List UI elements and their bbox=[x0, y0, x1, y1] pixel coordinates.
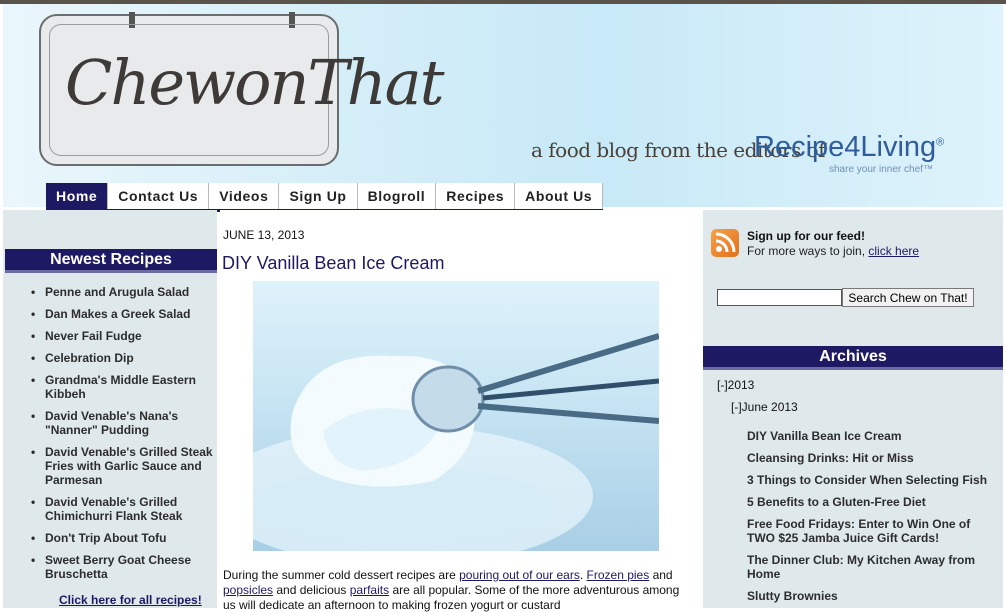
post-date: JUNE 13, 2013 bbox=[223, 228, 305, 242]
post-text: and bbox=[649, 568, 673, 582]
archive-post-link[interactable]: Slutty Brownies bbox=[747, 589, 999, 603]
ice-cream-illustration bbox=[253, 333, 659, 551]
feed-signup-text: For more ways to join, click here bbox=[747, 244, 919, 258]
archive-year-toggle[interactable]: [-]2013 bbox=[717, 378, 754, 392]
archive-post-link[interactable]: DIY Vanilla Bean Ice Cream bbox=[747, 429, 999, 443]
nav-videos[interactable]: Videos bbox=[209, 183, 280, 209]
feed-text: For more ways to join, bbox=[747, 244, 869, 258]
link-pouring-out[interactable]: pouring out of our ears bbox=[459, 568, 580, 582]
site-logo[interactable]: ChewonThat bbox=[39, 12, 445, 166]
recipe-link[interactable]: Never Fail Fudge bbox=[31, 329, 215, 343]
recipe-link[interactable]: Grandma's Middle Eastern Kibbeh bbox=[31, 373, 215, 401]
link-parfaits[interactable]: parfaits bbox=[350, 583, 389, 597]
recipe-link[interactable]: Celebration Dip bbox=[31, 351, 215, 365]
nav-about-us[interactable]: About Us bbox=[515, 183, 604, 209]
archive-post-list: DIY Vanilla Bean Ice Cream Cleansing Dri… bbox=[747, 429, 999, 611]
recipe-link[interactable]: Penne and Arugula Salad bbox=[31, 285, 215, 299]
right-sidebar: Sign up for our feed! For more ways to j… bbox=[703, 210, 1003, 608]
archive-post-link[interactable]: Free Food Fridays: Enter to Win One of T… bbox=[747, 517, 999, 545]
recipe-link[interactable]: David Venable's Grilled Chimichurri Flan… bbox=[31, 495, 215, 523]
nav-blogroll[interactable]: Blogroll bbox=[358, 183, 437, 209]
nav-sign-up[interactable]: Sign Up bbox=[279, 183, 358, 209]
site-header: ChewonThat a food blog from the editors … bbox=[3, 4, 1003, 212]
recipe-link[interactable]: David Venable's Grilled Steak Fries with… bbox=[31, 445, 215, 487]
post-image-ice-cream-scoop bbox=[253, 281, 659, 551]
archive-post-link[interactable]: Cleansing Drinks: Hit or Miss bbox=[747, 451, 999, 465]
search-button[interactable]: Search Chew on That! bbox=[842, 288, 974, 307]
link-frozen-pies[interactable]: Frozen pies bbox=[587, 568, 650, 582]
post-text: During the summer cold dessert recipes a… bbox=[223, 568, 460, 582]
brand-logo[interactable]: Recipe4Living® bbox=[754, 131, 944, 164]
main-nav: Home Contact Us Videos Sign Up Blogroll … bbox=[46, 183, 604, 212]
newest-recipes-list: Penne and Arugula Salad Dan Makes a Gree… bbox=[31, 285, 215, 589]
archive-month-toggle[interactable]: [-]June 2013 bbox=[731, 400, 798, 414]
archive-post-link[interactable]: 3 Things to Consider When Selecting Fish bbox=[747, 473, 999, 487]
nav-contact-us[interactable]: Contact Us bbox=[108, 183, 210, 209]
newest-recipes-heading: Newest Recipes bbox=[5, 249, 217, 273]
recipe-link[interactable]: Dan Makes a Greek Salad bbox=[31, 307, 215, 321]
search-input[interactable] bbox=[717, 289, 842, 306]
main-content: JUNE 13, 2013 DIY Vanilla Bean Ice Cream… bbox=[220, 210, 698, 612]
link-popsicles[interactable]: popsicles bbox=[223, 583, 273, 597]
feed-signup-title: Sign up for our feed! bbox=[747, 229, 865, 243]
recipe-link[interactable]: Don't Trip About Tofu bbox=[31, 531, 215, 545]
recipe-link[interactable]: David Venable's Nana's "Nanner" Pudding bbox=[31, 409, 215, 437]
recipe-link[interactable]: Sweet Berry Goat Cheese Bruschetta bbox=[31, 553, 215, 581]
archive-post-link[interactable]: 5 Benefits to a Gluten-Free Diet bbox=[747, 495, 999, 509]
post-excerpt: During the summer cold dessert recipes a… bbox=[223, 568, 693, 613]
post-text: . bbox=[579, 568, 587, 582]
archives-heading: Archives bbox=[703, 346, 1003, 370]
post-title[interactable]: DIY Vanilla Bean Ice Cream bbox=[222, 253, 444, 274]
nav-recipes[interactable]: Recipes bbox=[436, 183, 516, 209]
brand-registered-mark: ® bbox=[936, 136, 945, 149]
feed-click-here-link[interactable]: click here bbox=[868, 244, 919, 258]
archive-post-link[interactable]: The Dinner Club: My Kitchen Away from Ho… bbox=[747, 553, 999, 581]
left-sidebar: Newest Recipes Penne and Arugula Salad D… bbox=[3, 210, 217, 608]
brand-name: Recipe4Living bbox=[754, 131, 937, 163]
rss-feed-icon[interactable] bbox=[711, 229, 739, 257]
nav-home[interactable]: Home bbox=[46, 183, 109, 209]
logo-text: ChewonThat bbox=[65, 46, 445, 119]
post-text: and delicious bbox=[273, 583, 350, 597]
rss-glyph bbox=[715, 232, 736, 253]
brand-slogan: share your inner chef™ bbox=[829, 164, 933, 175]
all-recipes-link[interactable]: Click here for all recipes! bbox=[59, 593, 202, 607]
